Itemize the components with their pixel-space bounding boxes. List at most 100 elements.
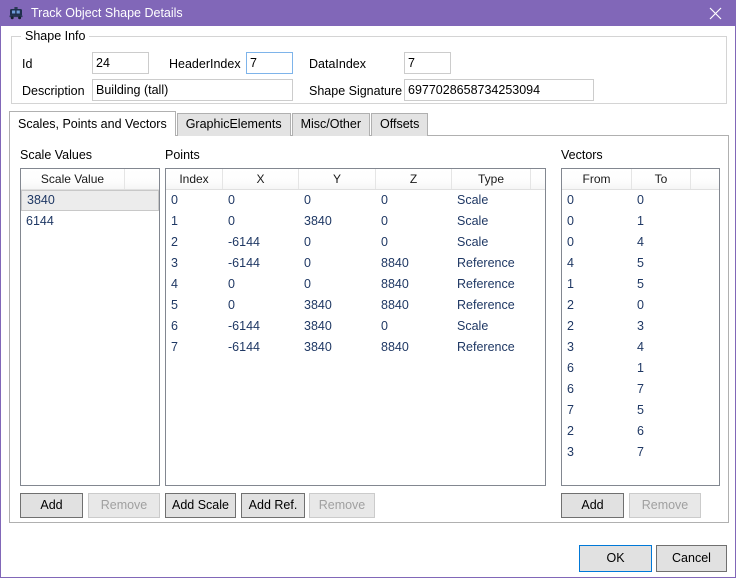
- table-row[interactable]: 00: [562, 190, 719, 211]
- close-icon[interactable]: [693, 0, 735, 26]
- cell-z: 8840: [381, 256, 409, 270]
- cell-x: 0: [228, 193, 235, 207]
- table-row[interactable]: 45: [562, 253, 719, 274]
- cell-to: 1: [637, 214, 644, 228]
- cell-x: 0: [228, 298, 235, 312]
- cell-index: 4: [171, 277, 178, 291]
- column-header-scale-value[interactable]: Scale Value: [21, 169, 125, 189]
- table-row[interactable]: 26: [562, 421, 719, 442]
- table-row[interactable]: 61: [562, 358, 719, 379]
- table-row[interactable]: 20: [562, 295, 719, 316]
- column-header-from[interactable]: From: [562, 169, 632, 189]
- cell-x: -6144: [228, 319, 260, 333]
- table-row[interactable]: 5 0 3840 8840 Reference: [166, 295, 545, 316]
- shape-info-legend: Shape Info: [21, 29, 90, 43]
- cell-from: 4: [567, 256, 574, 270]
- table-row[interactable]: 67: [562, 379, 719, 400]
- cell-from: 0: [567, 235, 574, 249]
- column-header-x[interactable]: X: [223, 169, 299, 189]
- list-item[interactable]: 6144: [21, 211, 159, 232]
- cell-z: 0: [381, 319, 388, 333]
- cancel-button[interactable]: Cancel: [656, 545, 727, 572]
- description-input[interactable]: [92, 79, 293, 101]
- table-row[interactable]: 34: [562, 337, 719, 358]
- vector-add-button[interactable]: Add: [561, 493, 624, 518]
- cell-index: 1: [171, 214, 178, 228]
- header-index-input[interactable]: [246, 52, 293, 74]
- cell-from: 7: [567, 403, 574, 417]
- data-index-input[interactable]: [404, 52, 451, 74]
- table-row[interactable]: 15: [562, 274, 719, 295]
- id-input[interactable]: [92, 52, 149, 74]
- column-header-z[interactable]: Z: [376, 169, 452, 189]
- cell-index: 0: [171, 193, 178, 207]
- column-header-spacer[interactable]: [691, 169, 719, 189]
- cell-from: 3: [567, 340, 574, 354]
- tab-misc-other[interactable]: Misc/Other: [291, 113, 371, 136]
- vectors-list[interactable]: From To 00010445152023346167752637: [561, 168, 720, 486]
- column-header-type[interactable]: Type: [452, 169, 531, 189]
- title-bar: Track Object Shape Details: [1, 0, 735, 26]
- cell-to: 6: [637, 424, 644, 438]
- cell-type: Scale: [457, 214, 489, 228]
- table-row[interactable]: 01: [562, 211, 719, 232]
- vectors-label: Vectors: [561, 148, 603, 162]
- scale-add-button[interactable]: Add: [20, 493, 83, 518]
- table-row[interactable]: 6 -6144 3840 0 Scale: [166, 316, 545, 337]
- cell-type: Reference: [457, 298, 515, 312]
- scale-values-label: Scale Values: [20, 148, 93, 162]
- table-row[interactable]: 1 0 3840 0 Scale: [166, 211, 545, 232]
- table-row[interactable]: 2 -6144 0 0 Scale: [166, 232, 545, 253]
- table-row[interactable]: 75: [562, 400, 719, 421]
- cell-z: 8840: [381, 298, 409, 312]
- cell-y: 0: [304, 256, 311, 270]
- cell-to: 5: [637, 256, 644, 270]
- cell-z: 0: [381, 214, 388, 228]
- cell-type: Reference: [457, 277, 515, 291]
- cell-to: 5: [637, 277, 644, 291]
- description-label: Description: [22, 84, 85, 98]
- scale-values-header: Scale Value: [21, 169, 159, 190]
- table-row[interactable]: 37: [562, 442, 719, 463]
- column-header-index[interactable]: Index: [166, 169, 223, 189]
- cell-y: 3840: [304, 319, 332, 333]
- table-row[interactable]: 3 -6144 0 8840 Reference: [166, 253, 545, 274]
- cell-from: 6: [567, 361, 574, 375]
- column-header-y[interactable]: Y: [299, 169, 376, 189]
- cell-x: -6144: [228, 256, 260, 270]
- cell-type: Scale: [457, 193, 489, 207]
- table-row[interactable]: 23: [562, 316, 719, 337]
- cell-y: 0: [304, 193, 311, 207]
- cell-to: 4: [637, 340, 644, 354]
- ok-button[interactable]: OK: [579, 545, 652, 572]
- column-header-to[interactable]: To: [632, 169, 691, 189]
- cell-to: 0: [637, 193, 644, 207]
- cell-x: 0: [228, 214, 235, 228]
- add-scale-button[interactable]: Add Scale: [165, 493, 236, 518]
- tab-graphic-elements[interactable]: GraphicElements: [176, 113, 291, 136]
- column-header-spacer[interactable]: [125, 169, 159, 189]
- table-row[interactable]: 0 0 0 0 Scale: [166, 190, 545, 211]
- list-item[interactable]: 3840: [21, 190, 159, 211]
- cell-index: 2: [171, 235, 178, 249]
- tab-offsets[interactable]: Offsets: [371, 113, 429, 136]
- table-row[interactable]: 04: [562, 232, 719, 253]
- shape-signature-input[interactable]: [404, 79, 594, 101]
- shape-info-group: Shape Info Id HeaderIndex DataIndex Desc…: [11, 29, 727, 104]
- cell-to: 4: [637, 235, 644, 249]
- cell-x: 0: [228, 277, 235, 291]
- points-list[interactable]: Index X Y Z Type 0 0 0 0 Scale 1 0 3840 0 Scale 2 -…: [165, 168, 546, 486]
- scale-values-list[interactable]: Scale Value 3840 6144: [20, 168, 160, 486]
- cell-type: Scale: [457, 235, 489, 249]
- cell-from: 2: [567, 298, 574, 312]
- table-row[interactable]: 4 0 0 8840 Reference: [166, 274, 545, 295]
- scale-values-body: 3840 6144: [21, 190, 159, 232]
- column-header-spacer[interactable]: [531, 169, 545, 189]
- cell-to: 0: [637, 298, 644, 312]
- add-ref-button[interactable]: Add Ref.: [241, 493, 305, 518]
- table-row[interactable]: 7 -6144 3840 8840 Reference: [166, 337, 545, 358]
- header-index-label: HeaderIndex: [169, 57, 241, 71]
- cell-from: 2: [567, 424, 574, 438]
- cell-index: 5: [171, 298, 178, 312]
- tab-scales-points-vectors[interactable]: Scales, Points and Vectors: [9, 111, 176, 136]
